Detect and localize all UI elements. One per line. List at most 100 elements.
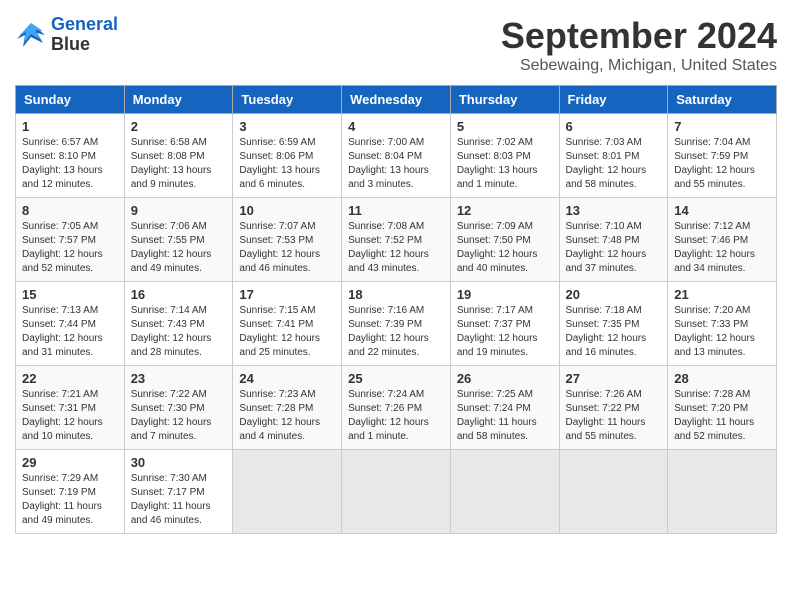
calendar-cell: 19 Sunrise: 7:17 AMSunset: 7:37 PMDayligh… (450, 282, 559, 366)
weekday-header: Sunday (16, 86, 125, 114)
day-info: Sunrise: 7:25 AMSunset: 7:24 PMDaylight:… (457, 388, 553, 444)
calendar-cell: 25 Sunrise: 7:24 AMSunset: 7:26 PMDayligh… (342, 366, 451, 450)
day-info: Sunrise: 7:08 AMSunset: 7:52 PMDaylight:… (348, 220, 444, 276)
day-info: Sunrise: 7:06 AMSunset: 7:55 PMDaylight:… (131, 220, 227, 276)
logo-text: General Blue (51, 15, 118, 55)
day-info: Sunrise: 7:05 AMSunset: 7:57 PMDaylight:… (22, 220, 118, 276)
day-info: Sunrise: 7:21 AMSunset: 7:31 PMDaylight:… (22, 388, 118, 444)
weekday-header: Tuesday (233, 86, 342, 114)
day-number: 6 (566, 119, 662, 134)
day-info: Sunrise: 7:24 AMSunset: 7:26 PMDaylight:… (348, 388, 444, 444)
calendar-cell (233, 450, 342, 534)
calendar-week-row: 8 Sunrise: 7:05 AMSunset: 7:57 PMDaylight… (16, 198, 777, 282)
day-number: 10 (239, 203, 335, 218)
location-title: Sebewaing, Michigan, United States (501, 57, 777, 75)
calendar-cell: 16 Sunrise: 7:14 AMSunset: 7:43 PMDayligh… (124, 282, 233, 366)
day-number: 3 (239, 119, 335, 134)
day-info: Sunrise: 7:12 AMSunset: 7:46 PMDaylight:… (674, 220, 770, 276)
day-number: 17 (239, 287, 335, 302)
calendar-cell: 9 Sunrise: 7:06 AMSunset: 7:55 PMDaylight… (124, 198, 233, 282)
day-info: Sunrise: 7:26 AMSunset: 7:22 PMDaylight:… (566, 388, 662, 444)
calendar-cell: 27 Sunrise: 7:26 AMSunset: 7:22 PMDayligh… (559, 366, 668, 450)
calendar-cell (342, 450, 451, 534)
day-info: Sunrise: 7:14 AMSunset: 7:43 PMDaylight:… (131, 304, 227, 360)
calendar-cell: 22 Sunrise: 7:21 AMSunset: 7:31 PMDayligh… (16, 366, 125, 450)
calendar-cell (559, 450, 668, 534)
calendar-cell: 11Sunrise: 7:08 AMSunset: 7:52 PMDayligh… (342, 198, 451, 282)
weekday-header: Wednesday (342, 86, 451, 114)
calendar-cell: 17Sunrise: 7:15 AMSunset: 7:41 PMDayligh… (233, 282, 342, 366)
calendar-cell: 14 Sunrise: 7:12 AMSunset: 7:46 PMDayligh… (668, 198, 777, 282)
day-number: 9 (131, 203, 227, 218)
day-number: 19 (457, 287, 553, 302)
day-info: Sunrise: 7:00 AMSunset: 8:04 PMDaylight:… (348, 136, 444, 192)
day-number: 30 (131, 455, 227, 470)
day-info: Sunrise: 7:22 AMSunset: 7:30 PMDaylight:… (131, 388, 227, 444)
day-info: Sunrise: 7:20 AMSunset: 7:33 PMDaylight:… (674, 304, 770, 360)
day-info: Sunrise: 6:59 AMSunset: 8:06 PMDaylight:… (239, 136, 335, 192)
day-number: 22 (22, 371, 118, 386)
day-number: 12 (457, 203, 553, 218)
calendar-cell: 21 Sunrise: 7:20 AMSunset: 7:33 PMDayligh… (668, 282, 777, 366)
day-number: 28 (674, 371, 770, 386)
calendar-cell: 12 Sunrise: 7:09 AMSunset: 7:50 PMDayligh… (450, 198, 559, 282)
day-info: Sunrise: 6:58 AMSunset: 8:08 PMDaylight:… (131, 136, 227, 192)
day-number: 4 (348, 119, 444, 134)
day-number: 21 (674, 287, 770, 302)
calendar-table: SundayMondayTuesdayWednesdayThursdayFrid… (15, 85, 777, 534)
calendar-cell: 2 Sunrise: 6:58 AMSunset: 8:08 PMDaylight… (124, 114, 233, 198)
calendar-cell: 6 Sunrise: 7:03 AMSunset: 8:01 PMDaylight… (559, 114, 668, 198)
day-info: Sunrise: 7:02 AMSunset: 8:03 PMDaylight:… (457, 136, 553, 192)
weekday-header: Thursday (450, 86, 559, 114)
calendar-cell: 26 Sunrise: 7:25 AMSunset: 7:24 PMDayligh… (450, 366, 559, 450)
day-info: Sunrise: 7:23 AMSunset: 7:28 PMDaylight:… (239, 388, 335, 444)
weekday-header: Monday (124, 86, 233, 114)
day-number: 20 (566, 287, 662, 302)
logo-line1: General (51, 14, 118, 34)
day-info: Sunrise: 6:57 AMSunset: 8:10 PMDaylight:… (22, 136, 118, 192)
calendar-header-row: SundayMondayTuesdayWednesdayThursdayFrid… (16, 86, 777, 114)
calendar-cell (668, 450, 777, 534)
day-info: Sunrise: 7:18 AMSunset: 7:35 PMDaylight:… (566, 304, 662, 360)
day-info: Sunrise: 7:16 AMSunset: 7:39 PMDaylight:… (348, 304, 444, 360)
day-number: 8 (22, 203, 118, 218)
weekday-header: Saturday (668, 86, 777, 114)
calendar-cell: 18 Sunrise: 7:16 AMSunset: 7:39 PMDayligh… (342, 282, 451, 366)
day-number: 15 (22, 287, 118, 302)
calendar-cell: 5 Sunrise: 7:02 AMSunset: 8:03 PMDaylight… (450, 114, 559, 198)
day-info: Sunrise: 7:07 AMSunset: 7:53 PMDaylight:… (239, 220, 335, 276)
calendar-cell: 1 Sunrise: 6:57 AMSunset: 8:10 PMDaylight… (16, 114, 125, 198)
day-info: Sunrise: 7:09 AMSunset: 7:50 PMDaylight:… (457, 220, 553, 276)
title-block: September 2024 Sebewaing, Michigan, Unit… (501, 15, 777, 75)
month-title: September 2024 (501, 15, 777, 57)
day-number: 16 (131, 287, 227, 302)
day-info: Sunrise: 7:30 AMSunset: 7:17 PMDaylight:… (131, 472, 227, 528)
day-number: 5 (457, 119, 553, 134)
calendar-cell: 4 Sunrise: 7:00 AMSunset: 8:04 PMDaylight… (342, 114, 451, 198)
calendar-cell: 20 Sunrise: 7:18 AMSunset: 7:35 PMDayligh… (559, 282, 668, 366)
day-number: 18 (348, 287, 444, 302)
calendar-cell: 10 Sunrise: 7:07 AMSunset: 7:53 PMDayligh… (233, 198, 342, 282)
day-info: Sunrise: 7:04 AMSunset: 7:59 PMDaylight:… (674, 136, 770, 192)
logo: General Blue (15, 15, 118, 55)
calendar-week-row: 1 Sunrise: 6:57 AMSunset: 8:10 PMDaylight… (16, 114, 777, 198)
calendar-cell: 3 Sunrise: 6:59 AMSunset: 8:06 PMDaylight… (233, 114, 342, 198)
day-number: 2 (131, 119, 227, 134)
calendar-cell: 29 Sunrise: 7:29 AMSunset: 7:19 PMDayligh… (16, 450, 125, 534)
calendar-cell: 7Sunrise: 7:04 AMSunset: 7:59 PMDaylight… (668, 114, 777, 198)
day-number: 27 (566, 371, 662, 386)
calendar-cell: 30 Sunrise: 7:30 AMSunset: 7:17 PMDayligh… (124, 450, 233, 534)
day-number: 25 (348, 371, 444, 386)
calendar-cell: 8 Sunrise: 7:05 AMSunset: 7:57 PMDaylight… (16, 198, 125, 282)
day-info: Sunrise: 7:29 AMSunset: 7:19 PMDaylight:… (22, 472, 118, 528)
day-info: Sunrise: 7:17 AMSunset: 7:37 PMDaylight:… (457, 304, 553, 360)
day-number: 1 (22, 119, 118, 134)
calendar-cell: 23Sunrise: 7:22 AMSunset: 7:30 PMDayligh… (124, 366, 233, 450)
calendar-cell: 28Sunrise: 7:28 AMSunset: 7:20 PMDayligh… (668, 366, 777, 450)
day-number: 26 (457, 371, 553, 386)
day-number: 13 (566, 203, 662, 218)
day-number: 14 (674, 203, 770, 218)
day-info: Sunrise: 7:03 AMSunset: 8:01 PMDaylight:… (566, 136, 662, 192)
day-number: 29 (22, 455, 118, 470)
page-header: General Blue September 2024 Sebewaing, M… (15, 15, 777, 75)
